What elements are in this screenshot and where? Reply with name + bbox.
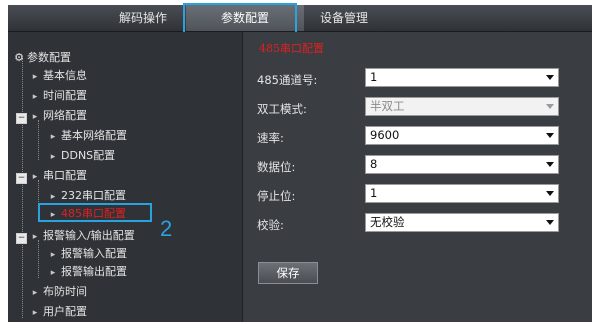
callout-number-2: 2 [160, 216, 173, 241]
tree-item-ddns[interactable]: ▸ DDNS配置 [48, 148, 115, 164]
tree-item-label: 报警输入配置 [61, 247, 127, 260]
tree-item-alarm-input[interactable]: ▸ 报警输入配置 [48, 246, 127, 262]
data-bits-value: 8 [370, 157, 378, 171]
tree-item-basic-network[interactable]: ▸ 基本网络配置 [48, 128, 127, 144]
collapse-icon[interactable]: − [16, 173, 27, 184]
channel-select[interactable]: 1 [365, 68, 559, 87]
caret-right-icon: ▸ [32, 308, 38, 318]
duplex-mode-value: 半双工 [370, 99, 405, 113]
duplex-mode-select: 半双工 [365, 97, 559, 116]
config-tree-sidebar: ⚙ 参数配置 ▸ 基本信息 ▸ 时间配置 − ▸ 网络配置 ▸ 基本网络配置 ▸ DDNS配置… [8, 32, 243, 322]
caret-right-icon: ▸ [32, 232, 38, 242]
tree-item-basic-info[interactable]: ▸ 基本信息 [30, 68, 87, 84]
tree-item-arming-time[interactable]: ▸ 布防时间 [30, 284, 87, 300]
caret-right-icon: ▸ [32, 72, 38, 82]
chevron-down-icon [546, 133, 554, 138]
caret-right-icon: ▸ [50, 152, 56, 162]
tree-root-label: 参数配置 [27, 51, 71, 64]
stop-bits-select[interactable]: 1 [365, 184, 559, 203]
tree-item-serial-config[interactable]: − ▸ 串口配置 [16, 168, 87, 184]
chevron-down-icon [546, 162, 554, 167]
tab-parameter-config[interactable]: 参数配置 [186, 5, 304, 31]
tree-item-label: 布防时间 [43, 285, 87, 298]
chevron-down-icon [546, 191, 554, 196]
tree-item-label: 485串口配置 [61, 207, 126, 220]
caret-right-icon: ▸ [32, 288, 38, 298]
tree-item-label: 用户配置 [43, 305, 87, 318]
save-button[interactable]: 保存 [258, 262, 318, 284]
baud-rate-select[interactable]: 9600 [365, 126, 559, 145]
baud-rate-value: 9600 [370, 128, 400, 142]
caret-right-icon: ▸ [50, 132, 56, 142]
tree-guide-line [22, 58, 23, 318]
parity-label: 校验: [257, 218, 284, 232]
tree-item-label: 232串口配置 [61, 189, 126, 202]
tree-item-label: 基本信息 [43, 69, 87, 82]
stop-bits-value: 1 [370, 186, 378, 200]
tree-item-label: 报警输入/输出配置 [43, 229, 135, 242]
tree-item-label: 时间配置 [43, 89, 87, 102]
top-tab-bar: 解码操作 参数配置 设备管理 [8, 5, 592, 32]
channel-select-value: 1 [370, 70, 378, 84]
tree-item-network-config[interactable]: − ▸ 网络配置 [16, 108, 87, 124]
caret-right-icon: ▸ [50, 250, 56, 260]
tree-item-alarm-io[interactable]: − ▸ 报警输入/输出配置 [16, 228, 135, 244]
caret-right-icon: ▸ [50, 192, 56, 202]
caret-right-icon: ▸ [32, 92, 38, 102]
tree-item-time-config[interactable]: ▸ 时间配置 [30, 88, 87, 104]
tree-item-serial-232[interactable]: ▸ 232串口配置 [48, 188, 126, 204]
stop-bits-label: 停止位: [257, 189, 296, 203]
tree-item-user-config[interactable]: ▸ 用户配置 [30, 304, 87, 320]
collapse-icon[interactable]: − [16, 233, 27, 244]
tree-guide-line [38, 180, 39, 220]
baud-rate-label: 速率: [257, 131, 284, 145]
tree-item-label: 报警输出配置 [61, 265, 127, 278]
parity-select[interactable]: 无校验 [365, 213, 559, 232]
tree-item-label: 网络配置 [43, 109, 87, 122]
tree-guide-line [38, 120, 39, 160]
parity-value: 无校验 [370, 215, 405, 229]
config-content-panel: 485串口配置 485通道号: 1 双工模式: 半双工 速率: 9600 数据位… [243, 32, 592, 322]
tree-item-serial-485[interactable]: ▸ 485串口配置 [48, 206, 126, 222]
tree-guide-line [38, 240, 39, 278]
tab-device-management[interactable]: 设备管理 [304, 5, 384, 31]
section-title: 485串口配置 [259, 42, 324, 55]
tree-item-label: 基本网络配置 [61, 129, 127, 142]
tree-item-label: 串口配置 [43, 169, 87, 182]
tree-item-label: DDNS配置 [61, 149, 116, 162]
caret-right-icon: ▸ [32, 112, 38, 122]
duplex-mode-label: 双工模式: [257, 102, 307, 116]
chevron-down-icon [546, 220, 554, 225]
tree-item-alarm-output[interactable]: ▸ 报警输出配置 [48, 264, 127, 280]
tab-decode-operation[interactable]: 解码操作 [100, 5, 186, 31]
collapse-icon[interactable]: − [16, 113, 27, 124]
chevron-down-icon [546, 104, 554, 109]
caret-right-icon: ▸ [50, 268, 56, 278]
caret-right-icon: ▸ [50, 210, 56, 220]
caret-right-icon: ▸ [32, 172, 38, 182]
chevron-down-icon [546, 75, 554, 80]
tools-icon: ⚙ [14, 51, 24, 64]
data-bits-label: 数据位: [257, 160, 296, 174]
channel-label: 485通道号: [257, 73, 318, 87]
tree-root[interactable]: ⚙ 参数配置 [14, 50, 71, 66]
data-bits-select[interactable]: 8 [365, 155, 559, 174]
